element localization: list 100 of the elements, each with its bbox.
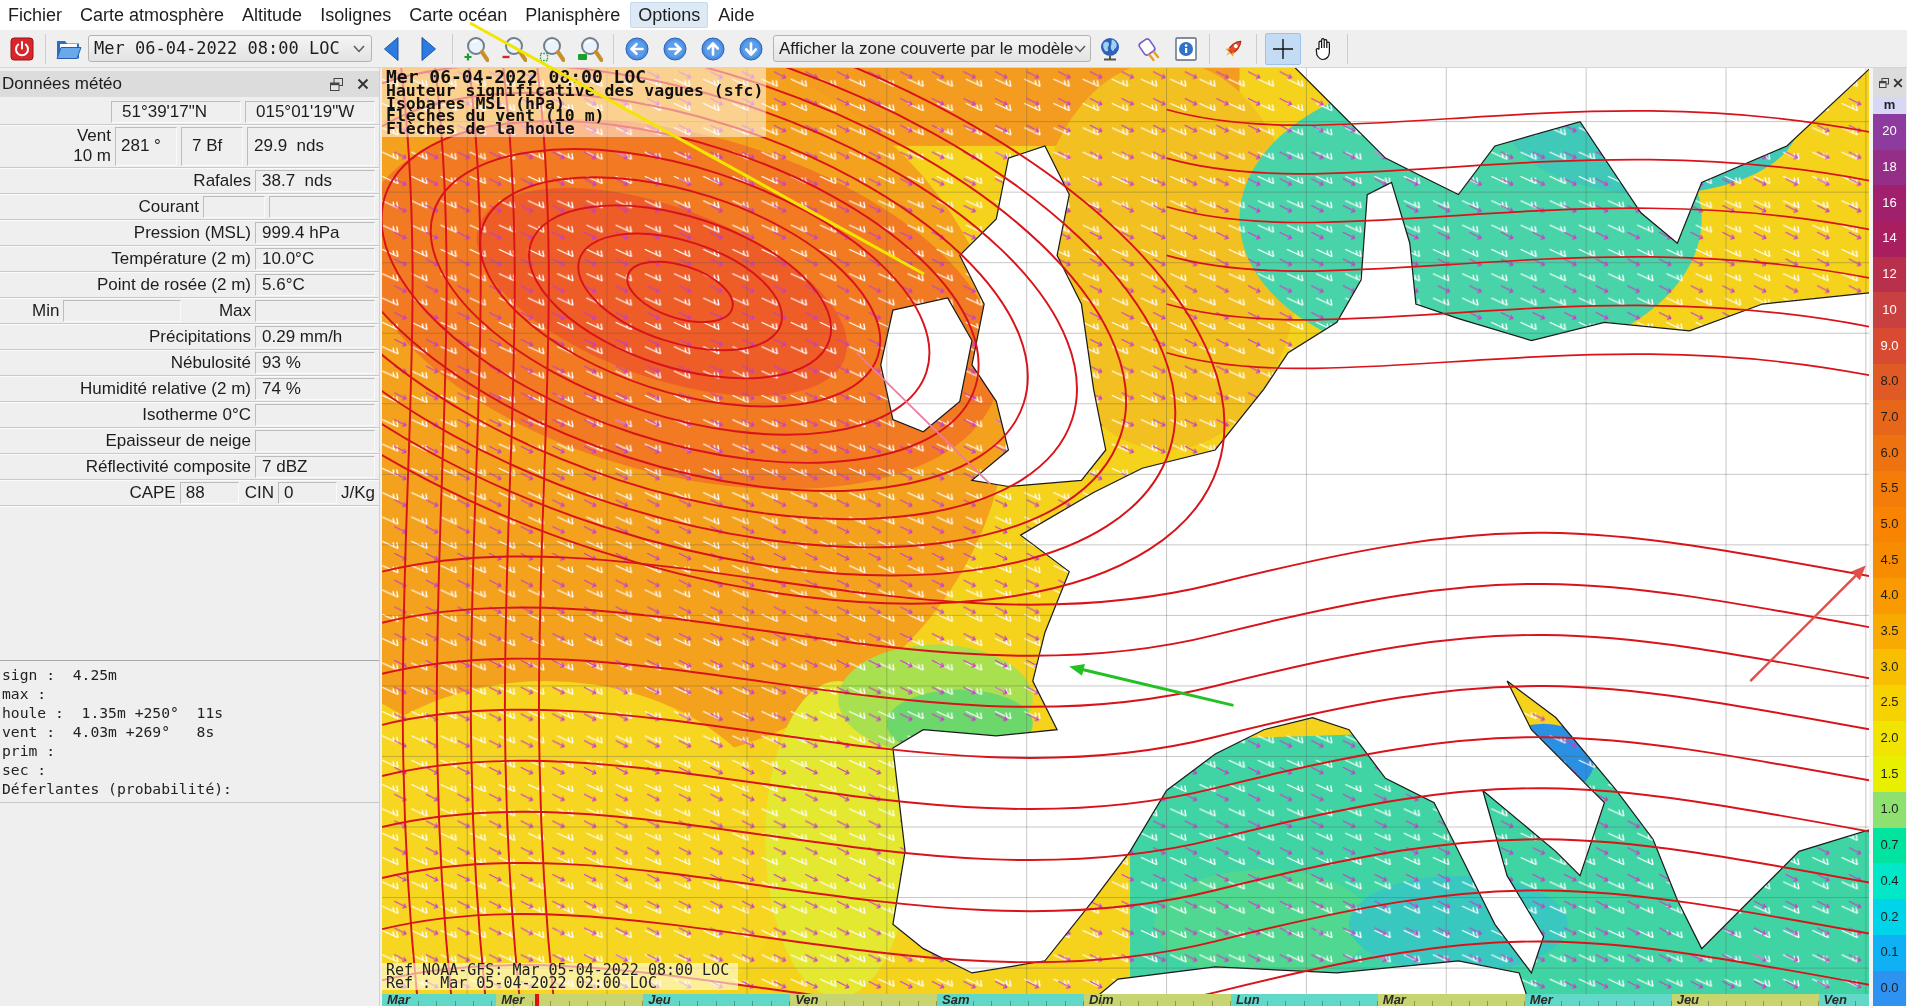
value-field: 999.4 hPa (255, 221, 375, 244)
menu-item[interactable]: Isolignes (312, 2, 400, 28)
field-label: Point de rosée (2 m) (96, 274, 251, 295)
timeline-track[interactable]: Mar Mer Jeu Ven Sam Dim Lun Mar Mer Jeu Ven (382, 994, 1869, 1006)
timeline-day[interactable]: Mar (382, 994, 497, 1006)
field-label: CIN (244, 482, 274, 503)
restore-icon[interactable] (1879, 77, 1889, 88)
value-field: 5.6°C (255, 273, 375, 296)
legend-step: 10 (1873, 292, 1906, 329)
menu-item[interactable]: Altitude (234, 2, 311, 28)
wave-info-line: houle : 1.35m +250° 11s (2, 703, 224, 722)
magnifier-icon (577, 34, 603, 63)
value-field: 74 % (255, 377, 375, 400)
arrow-up-circle-icon (701, 36, 725, 61)
reference-text: Ref : Mar 05-04-2022 02:00 LOC (386, 976, 657, 989)
menu-item[interactable]: Options (630, 2, 709, 28)
close-icon[interactable] (1893, 77, 1903, 88)
value-field: 281 ° (115, 126, 177, 166)
menu-item[interactable]: Planisphère (517, 2, 629, 28)
timeline-day[interactable]: Ven (790, 994, 938, 1006)
legend-step: 7.0 (1873, 399, 1906, 436)
timeline-day[interactable]: Mer (496, 994, 644, 1006)
menu-item[interactable]: Carte océan (401, 2, 516, 28)
legend-step: 6.0 (1873, 435, 1906, 471)
value-field: 88 (179, 481, 239, 504)
legend-step: 14 (1873, 221, 1906, 257)
legend-step: 4.5 (1873, 542, 1906, 578)
value-field: 29.9 nds (247, 126, 375, 166)
timeline-day[interactable]: Jeu (1671, 994, 1819, 1006)
value-field: 38.7 nds (255, 169, 375, 192)
value-field: 0 (277, 481, 337, 504)
current-time-marker[interactable] (535, 994, 540, 1006)
field-label: Précipitations (147, 326, 251, 347)
zoom-out-icon (501, 34, 527, 63)
panel-title: Données météo (2, 74, 124, 94)
timeline-day[interactable]: Mar (1377, 994, 1525, 1006)
legend-unit: m (1873, 97, 1906, 114)
field-label: Courant (137, 196, 199, 217)
legend-step: 16 (1873, 185, 1906, 222)
restore-icon[interactable] (330, 77, 343, 91)
crosshair-icon (1272, 37, 1294, 60)
menu-item[interactable]: Fichier (0, 2, 70, 28)
crosshair-button[interactable] (1265, 32, 1301, 65)
layer-label: Flèches de la houle (386, 122, 575, 136)
field-label: CAPE (128, 482, 176, 503)
field-label: Isotherme 0°C (141, 404, 251, 425)
zone-dropdown[interactable]: Afficher la zone couverte par le modèle (773, 35, 1091, 62)
field-label: Vent (76, 126, 111, 146)
field-label: Nébulosité (169, 352, 251, 373)
field-label: Min (32, 300, 60, 321)
legend-step: 5.5 (1873, 470, 1906, 507)
arrow-right-circle-icon (663, 36, 687, 61)
globe-icon (1099, 36, 1121, 61)
arrow-down-circle-icon (739, 36, 763, 61)
field-label: Pression (MSL) (132, 222, 251, 243)
value-field: 51°39'17"N (111, 100, 241, 123)
wave-info-line: max : (2, 684, 47, 703)
empty-field (203, 195, 265, 218)
menu-item[interactable]: Aide (710, 2, 763, 28)
wave-info-line: sec : (2, 760, 47, 779)
triangle-right-icon (420, 35, 438, 62)
legend-step: 2.0 (1873, 720, 1906, 757)
legend-step: 0.2 (1873, 899, 1906, 935)
field-label: Humidité relative (2 m) (79, 378, 251, 399)
menu-item[interactable]: Carte atmosphère (72, 2, 233, 28)
field-label: Epaisseur de neige (104, 430, 251, 451)
timeline-day[interactable]: Sam (937, 994, 1084, 1006)
close-icon[interactable] (357, 78, 369, 90)
legend-step: 5.0 (1873, 506, 1906, 543)
plug-icon (1136, 35, 1160, 62)
legend-step: 18 (1873, 149, 1906, 186)
field-label: Rafales (192, 170, 251, 191)
value-field: 0.29 mm/h (255, 325, 375, 348)
field-label: Réflectivité composite (84, 456, 251, 477)
legend-step: 3.0 (1873, 649, 1906, 685)
triangle-left-icon (382, 35, 400, 62)
wave-info-line: vent : 4.03m +269° 8s (2, 722, 215, 741)
legend-step: 1.5 (1873, 756, 1906, 793)
legend-step: 20 (1873, 114, 1906, 150)
legend-step: 8.0 (1873, 363, 1906, 400)
timeline-day[interactable]: Lun (1230, 994, 1378, 1006)
timeline-day[interactable]: Dim (1083, 994, 1231, 1006)
magnifier-frame-icon (539, 34, 565, 63)
arrow-left-circle-icon (625, 36, 649, 61)
field-label: Température (2 m) (110, 248, 251, 269)
info-icon (1175, 36, 1197, 61)
power-icon (10, 36, 34, 61)
timeline-day[interactable]: Ven (1818, 994, 1869, 1006)
legend-step: 0.4 (1873, 863, 1906, 900)
value-field: 7 dBZ (255, 455, 375, 478)
timeline-day[interactable]: Mer (1524, 994, 1672, 1006)
legend-step: 4.0 (1873, 577, 1906, 614)
date-dropdown[interactable]: Mer 06-04-2022 08:00 LOC (88, 35, 372, 62)
timeline-day[interactable]: Jeu (643, 994, 791, 1006)
value-field: 015°01'19"W (245, 100, 375, 123)
reference-text: Ref NOAA-GFS: Mar 05-04-2022 08:00 LOC (386, 964, 730, 977)
caret-icon (353, 44, 365, 53)
caret-icon (1073, 44, 1086, 53)
legend-step: 3.5 (1873, 613, 1906, 650)
value-field: 10.0°C (255, 247, 375, 270)
